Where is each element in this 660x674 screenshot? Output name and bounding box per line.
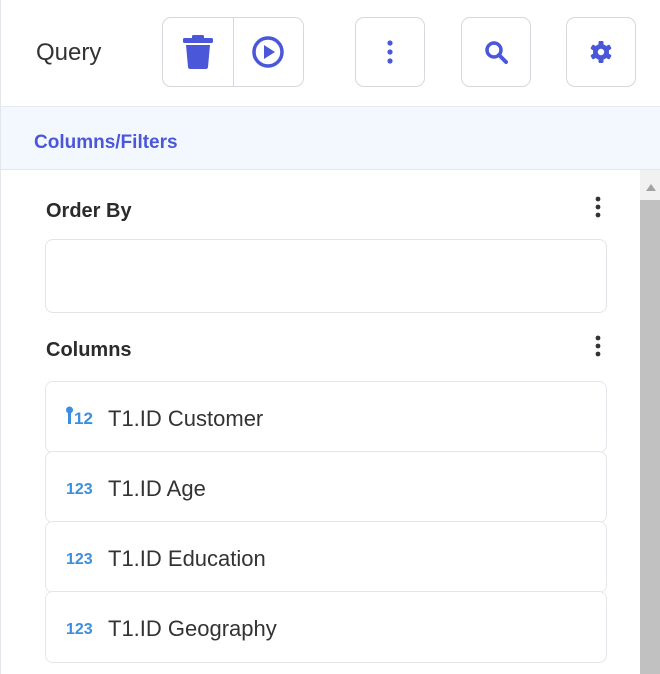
- more-vertical-icon: [595, 335, 601, 357]
- type-label: 123: [66, 481, 93, 498]
- gear-icon: [589, 40, 613, 64]
- delete-button[interactable]: [163, 18, 233, 86]
- settings-button[interactable]: [566, 17, 636, 87]
- tab-bar: Columns/Filters: [1, 106, 660, 170]
- column-item-id-age[interactable]: 123 T1.ID Age: [45, 451, 607, 523]
- scroll-up-arrow[interactable]: [640, 180, 660, 194]
- column-label: T1.ID Education: [108, 546, 266, 571]
- columns-menu-button[interactable]: [586, 331, 610, 361]
- type-label: 123: [66, 621, 93, 638]
- order-by-drop-zone[interactable]: [45, 239, 607, 313]
- play-circle-icon: [251, 35, 285, 69]
- key-number-icon: 12: [65, 404, 99, 435]
- more-options-button[interactable]: [355, 17, 425, 87]
- query-action-group: [162, 17, 304, 87]
- number-type-icon: 123: [65, 614, 99, 645]
- more-vertical-icon: [595, 196, 601, 218]
- query-header: Query: [1, 0, 660, 106]
- query-panel: Query Columns/Filters Order By Columns 1…: [0, 0, 660, 674]
- column-label: T1.ID Age: [108, 476, 206, 501]
- panel-title: Query: [36, 39, 102, 66]
- more-vertical-icon: [387, 40, 393, 64]
- column-label: T1.ID Geography: [108, 616, 277, 641]
- tab-columns-filters[interactable]: Columns/Filters: [34, 131, 178, 155]
- columns-title: Columns: [46, 339, 132, 361]
- scrollbar-thumb[interactable]: [640, 200, 660, 674]
- type-label: 12: [74, 409, 93, 428]
- trash-icon: [181, 34, 215, 70]
- order-by-menu-button[interactable]: [586, 192, 610, 222]
- run-button[interactable]: [232, 18, 304, 86]
- type-label: 123: [66, 551, 93, 568]
- search-icon: [484, 40, 508, 64]
- order-by-title: Order By: [46, 200, 132, 222]
- search-button[interactable]: [461, 17, 531, 87]
- columns-filters-content: Order By Columns 12 T1.ID Customer 123 T…: [1, 170, 637, 674]
- column-item-id-education[interactable]: 123 T1.ID Education: [45, 521, 607, 593]
- column-label: T1.ID Customer: [108, 406, 264, 431]
- number-type-icon: 123: [65, 544, 99, 575]
- column-item-id-customer[interactable]: 12 T1.ID Customer: [45, 381, 607, 453]
- column-item-id-geography[interactable]: 123 T1.ID Geography: [45, 591, 607, 663]
- vertical-scrollbar[interactable]: [640, 170, 660, 674]
- number-type-icon: 123: [65, 474, 99, 505]
- triangle-up-icon: [645, 183, 656, 191]
